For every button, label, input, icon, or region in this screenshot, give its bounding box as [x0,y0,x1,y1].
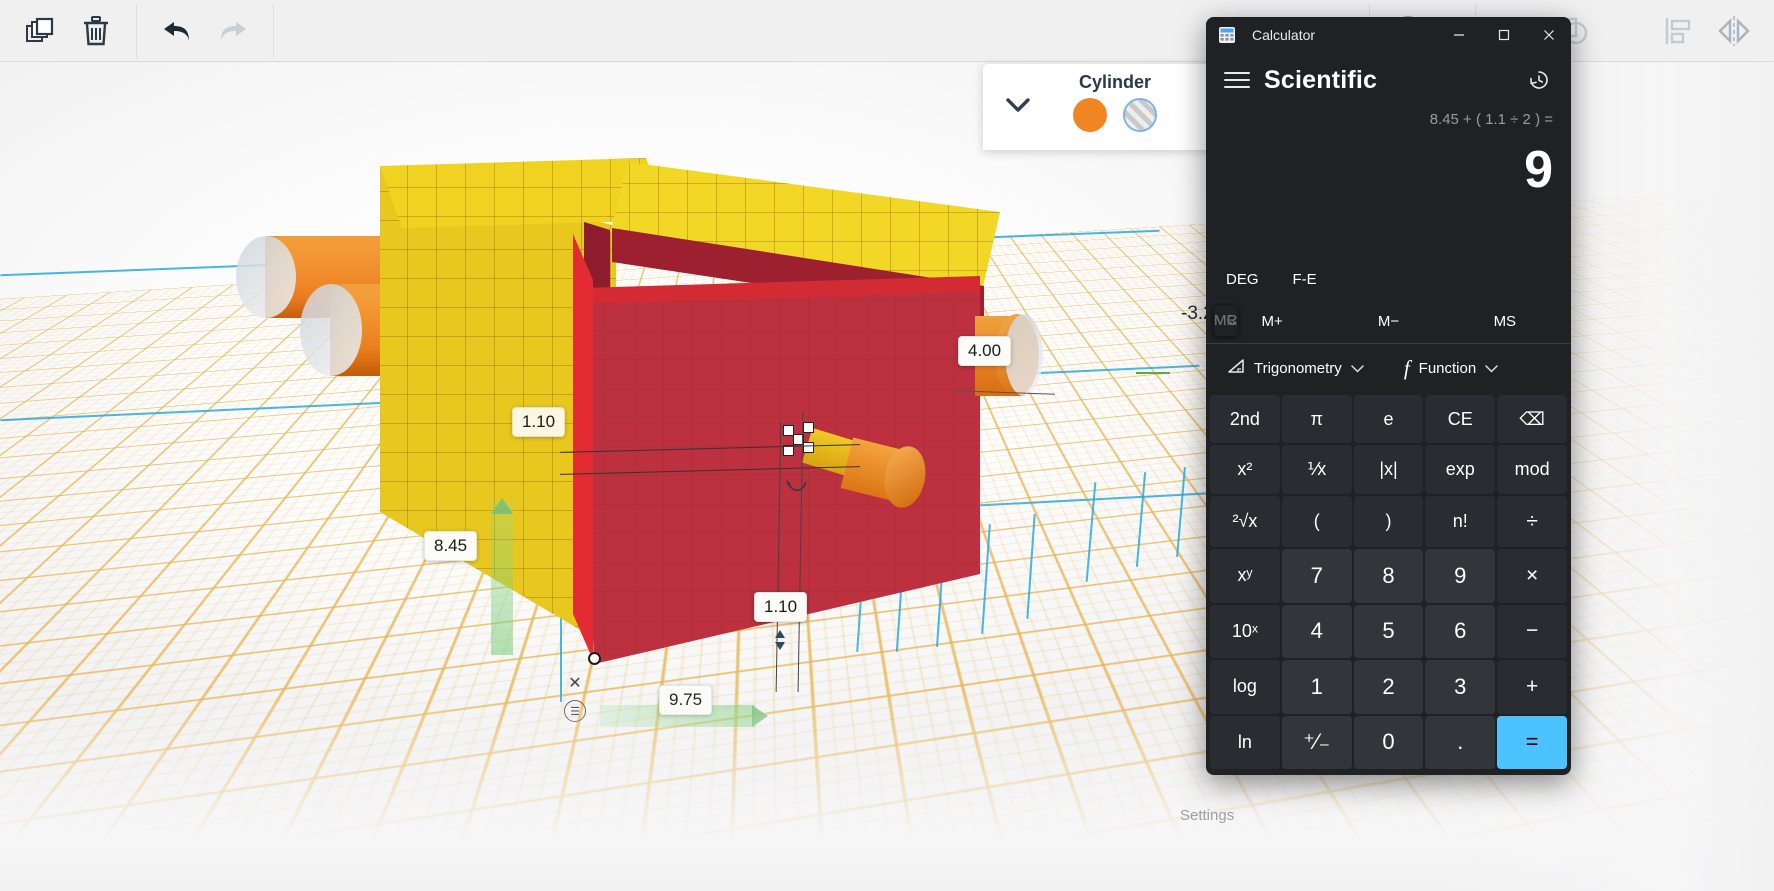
memory-row: MC MR M+ M− MS M⌄ [1206,299,1571,343]
toolbar-divider-2 [273,3,274,58]
undo-button[interactable] [149,5,205,57]
key-power[interactable]: xʸ [1210,549,1280,603]
trigonometry-label: Trigonometry [1254,359,1342,377]
close-button[interactable] [1526,17,1571,53]
key-ln[interactable]: ln [1210,715,1280,769]
angle-unit-toggle[interactable]: DEG [1226,271,1259,288]
dim-depth-1-10[interactable]: 1.10 [754,592,808,622]
memory-m-button[interactable]: M− [1330,307,1446,336]
key-5[interactable]: 5 [1353,604,1424,659]
key-decimal[interactable]: . [1425,715,1496,769]
key-divide[interactable]: ÷ [1497,495,1567,548]
calculator-display: 8.45 + ( 1.1 ÷ 2 ) = 9 [1206,107,1571,259]
trigonometry-icon [1227,358,1245,378]
copy-button[interactable] [12,5,68,57]
key-open-paren[interactable]: ( [1281,495,1352,548]
function-label: Function [1418,359,1477,377]
trigonometry-menu[interactable]: Trigonometry [1220,353,1371,383]
hole-swatch[interactable] [1123,98,1157,132]
key-backspace[interactable]: ⌫ [1497,395,1567,444]
key-3[interactable]: 3 [1425,660,1496,714]
key-second[interactable]: 2nd [1210,395,1280,444]
toolbar-group-edit [0,0,136,62]
expression-text: 8.45 + ( 1.1 ÷ 2 ) = [1429,111,1553,128]
align-button [1650,5,1706,57]
calculator-mode-title: Scientific [1264,65,1378,94]
key-add[interactable]: + [1497,660,1567,714]
calculator-app-icon [1218,26,1236,44]
memory-m-button: M⌄ [1214,306,1239,335]
key-absolute[interactable]: |x| [1353,445,1424,494]
chevron-down-icon [1351,360,1364,377]
align-icon [1663,15,1693,47]
key-ten-power[interactable]: 10ˣ [1210,604,1280,659]
key-equals[interactable]: = [1497,715,1567,769]
key-plus-minus[interactable]: ⁺⁄₋ [1281,715,1352,769]
key-4[interactable]: 4 [1281,604,1352,659]
function-menu[interactable]: f Function [1397,351,1505,386]
minimize-button[interactable] [1436,17,1481,53]
undo-arrow-icon [160,16,194,46]
properties-collapse-toggle[interactable] [1001,90,1035,124]
key-1[interactable]: 1 [1281,660,1352,714]
memory-ms-button[interactable]: MS [1447,307,1563,336]
settings-label[interactable]: Settings [1180,807,1234,824]
mirror-icon [1717,14,1751,48]
chevron-down-icon [1005,97,1031,118]
key-factorial[interactable]: n! [1425,495,1496,548]
toolbar-group-history [137,0,273,62]
key-2[interactable]: 2 [1353,660,1424,714]
redo-arrow-icon [216,16,250,46]
key-7[interactable]: 7 [1281,549,1352,603]
redo-button [205,5,261,57]
key-8[interactable]: 8 [1353,549,1424,603]
function-f-icon: f [1403,355,1410,380]
key-subtract[interactable]: − [1497,604,1567,659]
calculator-window[interactable]: Calculator Scientific 8.45 + (1.1 ÷ 2)… [1206,17,1571,775]
mode-toggle-row: DEG F-E [1206,259,1571,299]
result-text: 9 [1524,141,1553,199]
key-square-root[interactable]: ²√x [1210,495,1280,548]
calculator-title-text: Calculator [1252,27,1316,43]
dim-offset-8-45[interactable]: 8.45 [424,531,478,561]
trash-icon [81,15,111,47]
chevron-down-icon [1485,360,1498,377]
key-close-paren[interactable]: ) [1353,495,1424,548]
key-pi[interactable]: π [1281,395,1352,444]
calculator-keypad: 2nd π e CE ⌫ x² ⅟x |x| exp mod ²√x() n! ÷ xʸ 7 8 9 × 10ˣ 4 5… [1206,392,1571,775]
mirror-button [1706,5,1762,57]
function-menu-row: Trigonometry f Function [1206,344,1571,392]
key-clear-entry[interactable]: CE [1425,395,1496,444]
key-square[interactable]: x² [1210,445,1280,494]
delete-button[interactable] [68,5,124,57]
key-0[interactable]: 0 [1353,715,1424,769]
key-e[interactable]: e [1353,395,1424,444]
dim-radius-4-00[interactable]: 4.00 [958,336,1012,366]
maximize-button[interactable] [1481,17,1526,53]
key-modulo[interactable]: mod [1497,445,1567,494]
navigation-menu-icon[interactable] [1220,63,1254,97]
key-reciprocal[interactable]: ⅟x [1281,445,1352,494]
calculator-titlebar[interactable]: Calculator [1206,17,1571,53]
key-6[interactable]: 6 [1425,604,1496,659]
solid-color-swatch[interactable] [1073,98,1107,132]
key-log[interactable]: log [1210,660,1280,714]
fe-toggle[interactable]: F-E [1293,271,1317,288]
dim-height-1-10[interactable]: 1.10 [512,407,566,437]
key-exponent[interactable]: exp [1425,445,1496,494]
key-multiply[interactable]: × [1497,549,1567,603]
calculator-header: Scientific [1206,53,1571,107]
history-icon[interactable] [1521,62,1557,98]
copy-icon [24,15,56,47]
key-9[interactable]: 9 [1425,549,1496,603]
